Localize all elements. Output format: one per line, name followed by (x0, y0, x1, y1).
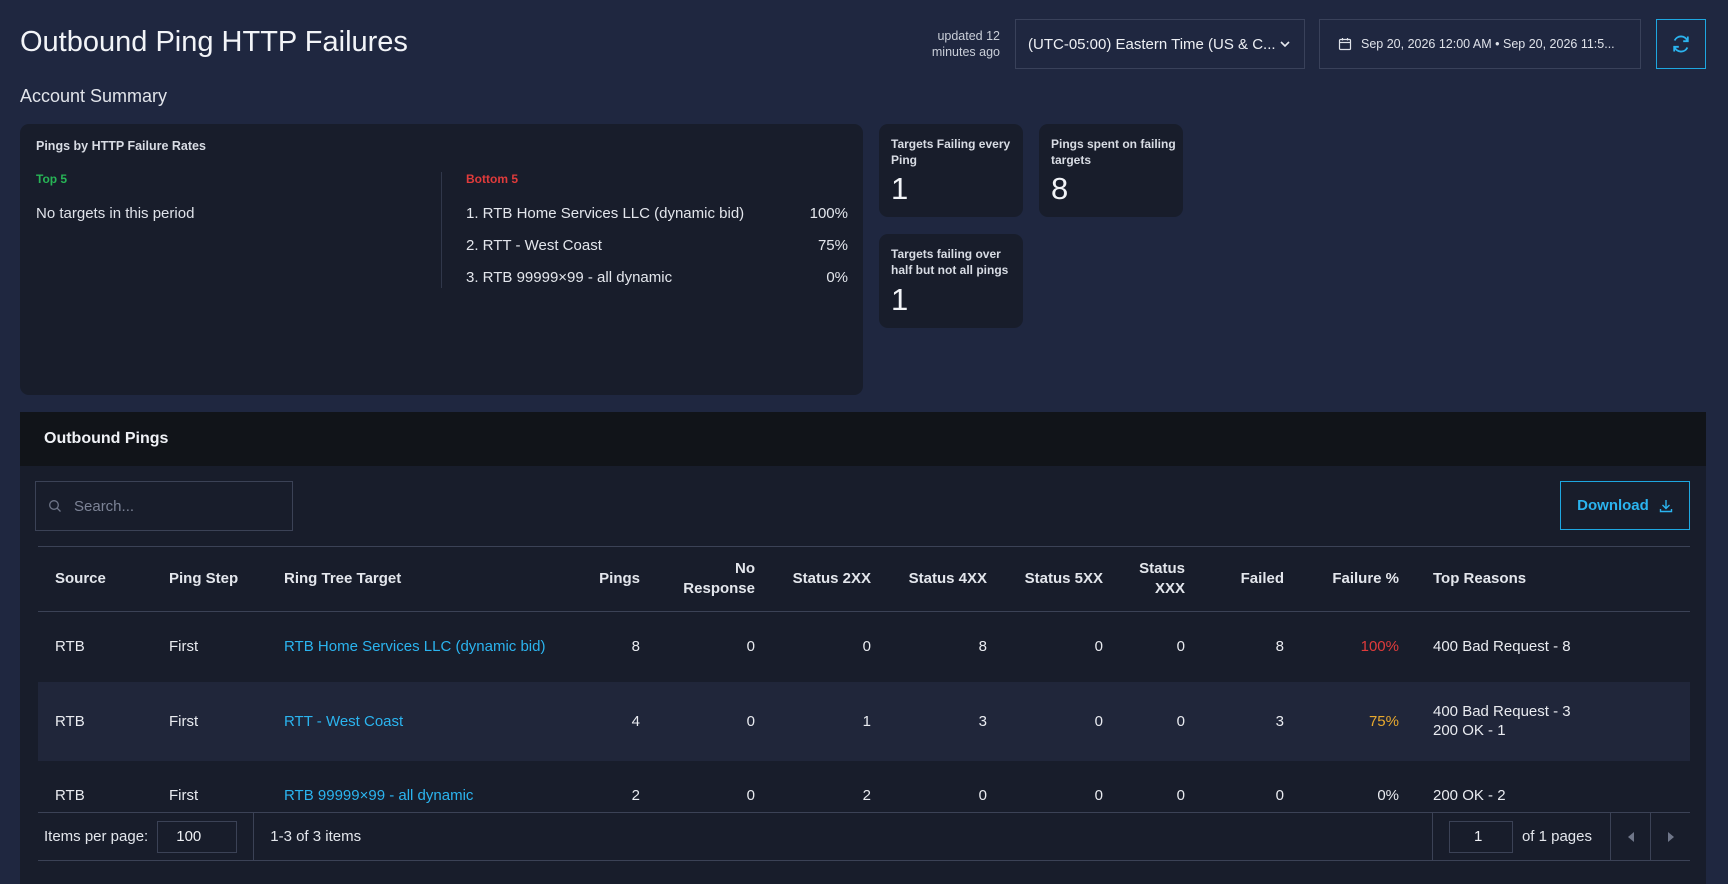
kpi-value: 1 (891, 171, 909, 206)
pagination-bar: Items per page: 1-3 of 3 items of 1 page… (38, 812, 1690, 861)
prev-page-button[interactable] (1610, 813, 1650, 860)
bottom5-list: 1. RTB Home Services LLC (dynamic bid) 1… (466, 205, 848, 301)
search-input[interactable] (74, 497, 274, 515)
failure-pct: 100% (1360, 638, 1399, 656)
failure-card-title: Pings by HTTP Failure Rates (36, 139, 206, 153)
col-pings[interactable]: Pings (577, 547, 657, 612)
items-per-page-label: Items per page: (44, 828, 149, 845)
items-range: 1-3 of 3 items (270, 828, 362, 845)
target-link[interactable]: RTT - West Coast (267, 682, 577, 761)
outbound-pings-table: Source Ping Step Ring Tree Target Pings … (38, 546, 1690, 831)
col-failed[interactable]: Failed (1202, 547, 1301, 612)
updated-timestamp: updated 12 minutes ago (931, 29, 1000, 59)
kpi-value: 1 (891, 282, 909, 317)
col-ping-step[interactable]: Ping Step (152, 547, 267, 612)
download-label: Download (1577, 497, 1649, 514)
date-range-value: Sep 20, 2026 12:00 AM • Sep 20, 2026 11:… (1361, 37, 1615, 51)
kpi-label: Targets failing over half but not all pi… (891, 247, 1009, 277)
list-item: 3. RTB 99999×99 - all dynamic 0% (466, 269, 848, 286)
bottom5-label: Bottom 5 (466, 172, 518, 186)
target-link[interactable]: RTB Home Services LLC (dynamic bid) (267, 612, 577, 682)
col-status-xxx[interactable]: Status XXX (1120, 547, 1202, 612)
col-target[interactable]: Ring Tree Target (267, 547, 577, 612)
timezone-select[interactable]: (UTC-05:00) Eastern Time (US & C... (1015, 19, 1305, 69)
top5-label: Top 5 (36, 172, 68, 186)
table-row: RTB First RTB Home Services LLC (dynamic… (38, 612, 1690, 682)
search-box[interactable] (35, 481, 293, 531)
kpi-label: Pings spent on failing targets (1051, 137, 1176, 167)
caret-left-icon (1627, 831, 1634, 842)
download-icon (1659, 499, 1673, 512)
date-range-picker[interactable]: Sep 20, 2026 12:00 AM • Sep 20, 2026 11:… (1319, 19, 1641, 69)
outbound-pings-panel: Outbound Pings Download Source Ping Step… (20, 412, 1706, 884)
page-number-input[interactable] (1448, 820, 1513, 853)
timezone-value: (UTC-05:00) Eastern Time (US & C... (1028, 35, 1276, 53)
top-reasons: 400 Bad Request - 8 (1433, 638, 1571, 656)
kpi-pings-spent-failing: Pings spent on failing targets 8 (1039, 124, 1183, 217)
download-button[interactable]: Download (1560, 481, 1690, 530)
divider (441, 172, 442, 288)
total-pages: of 1 pages (1521, 828, 1592, 845)
failure-rates-card: Pings by HTTP Failure Rates Top 5 No tar… (20, 124, 863, 395)
page-selector: of 1 pages (1431, 813, 1610, 860)
chevron-down-icon (1280, 41, 1290, 48)
table-row: RTB First RTT - West Coast 4 0 1 3 0 0 3… (38, 681, 1690, 761)
refresh-button[interactable] (1656, 19, 1706, 69)
refresh-icon (1673, 35, 1689, 53)
col-status-5xx[interactable]: Status 5XX (1004, 547, 1120, 612)
panel-title: Outbound Pings (20, 412, 1706, 466)
col-status-2xx[interactable]: Status 2XX (772, 547, 888, 612)
caret-right-icon (1667, 831, 1674, 842)
items-per-page: Items per page: (38, 820, 238, 853)
items-per-page-input[interactable] (157, 820, 238, 853)
list-item: 2. RTT - West Coast 75% (466, 237, 848, 254)
col-source[interactable]: Source (38, 547, 152, 612)
page-title: Outbound Ping HTTP Failures (20, 26, 408, 58)
divider (253, 813, 255, 860)
kpi-value: 8 (1051, 171, 1069, 206)
top5-empty-message: No targets in this period (36, 205, 195, 222)
col-top-reasons[interactable]: Top Reasons (1416, 547, 1690, 612)
table-header-row: Source Ping Step Ring Tree Target Pings … (38, 546, 1690, 612)
kpi-targets-failing-over-half: Targets failing over half but not all pi… (879, 234, 1023, 328)
col-failure-pct[interactable]: Failure % (1301, 547, 1416, 612)
calendar-icon (1338, 38, 1352, 51)
col-status-4xx[interactable]: Status 4XX (888, 547, 1004, 612)
col-no-response[interactable]: No Response (657, 547, 772, 612)
kpi-targets-failing-every-ping: Targets Failing every Ping 1 (879, 124, 1023, 217)
list-item: 1. RTB Home Services LLC (dynamic bid) 1… (466, 205, 848, 222)
top-reasons: 400 Bad Request - 3 200 OK - 1 (1433, 703, 1571, 739)
account-summary-title: Account Summary (20, 86, 168, 106)
search-icon (49, 500, 61, 512)
failure-pct: 75% (1368, 712, 1399, 730)
kpi-label: Targets Failing every Ping (891, 137, 1011, 167)
next-page-button[interactable] (1650, 813, 1690, 860)
